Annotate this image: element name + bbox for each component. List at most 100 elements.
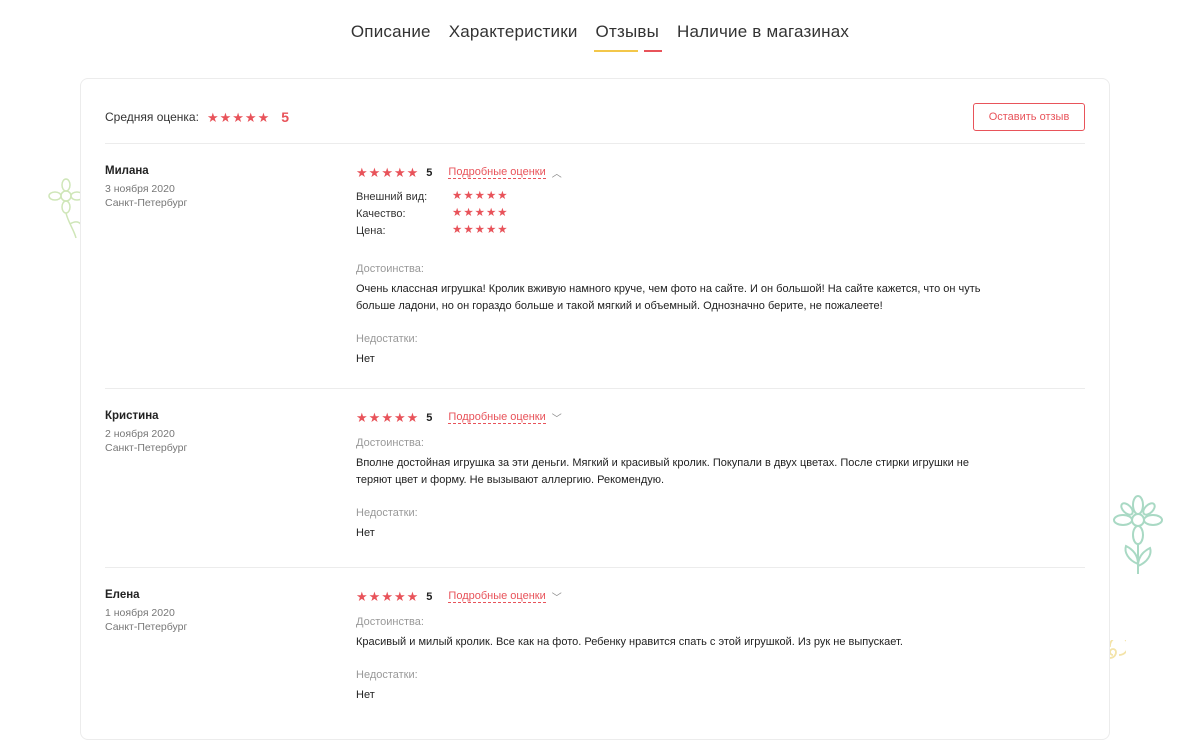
review-body: ★ ★ ★ ★ ★ 5 Подробные оценки ﹀ Достоинства: … bbox=[356, 410, 1086, 542]
review-rating-value: 5 bbox=[426, 411, 433, 424]
flower-decoration-right-icon bbox=[1113, 495, 1163, 574]
author-city: Санкт-Петербург bbox=[105, 621, 188, 633]
star-icon: ★ bbox=[368, 589, 381, 604]
cons-label: Недостатки: bbox=[356, 507, 418, 519]
pros-label: Достоинства: bbox=[356, 263, 424, 275]
tab-store-availability[interactable]: Наличие в магазинах bbox=[677, 22, 849, 52]
pros-text: Очень классная игрушка! Кролик вживую на… bbox=[356, 281, 1086, 315]
review-author: Елена 1 ноября 2020 Санкт-Петербург bbox=[105, 589, 187, 633]
review-date: 2 ноября 2020 bbox=[105, 428, 175, 440]
cons-text: Нет bbox=[356, 689, 375, 701]
star-icon: ★ bbox=[497, 190, 508, 202]
star-icon: ★ bbox=[497, 207, 508, 219]
tab-label: Отзывы bbox=[595, 22, 660, 41]
cons-text: Нет bbox=[356, 527, 375, 539]
review-stars: ★ ★ ★ ★ ★ bbox=[356, 166, 418, 179]
review-rating: ★ ★ ★ ★ ★ 5 Подробные оценки ﹀ bbox=[356, 589, 1086, 604]
author-city: Санкт-Петербург bbox=[105, 442, 188, 454]
sub-rating-stars: ★ ★ ★ ★ ★ bbox=[452, 190, 508, 203]
chevron-down-icon[interactable]: ﹀ bbox=[552, 589, 562, 604]
pros-line: теряют цвет и форму. Не вызывают аллерги… bbox=[356, 474, 665, 486]
star-icon: ★ bbox=[356, 410, 368, 425]
review-date: 1 ноября 2020 bbox=[105, 607, 175, 619]
star-icon: ★ bbox=[485, 224, 497, 236]
detailed-ratings-toggle[interactable]: Подробные оценки bbox=[448, 590, 546, 603]
star-icon: ★ bbox=[406, 165, 419, 180]
divider bbox=[105, 388, 1085, 389]
star-icon: ★ bbox=[356, 165, 368, 180]
active-underline-yellow bbox=[593, 50, 638, 52]
pros-label: Достоинства: bbox=[356, 616, 424, 628]
pros-line: Вполне достойная игрушка за эти деньги. … bbox=[356, 457, 969, 469]
star-icon: ★ bbox=[368, 165, 381, 180]
tab-label: Наличие в магазинах bbox=[677, 22, 850, 41]
star-icon: ★ bbox=[463, 190, 474, 202]
sub-rating-label: Цена: bbox=[356, 224, 386, 237]
sub-rating-stars: ★ ★ ★ ★ ★ bbox=[452, 207, 508, 220]
divider bbox=[105, 567, 1085, 568]
star-icon: ★ bbox=[393, 410, 406, 425]
detailed-ratings: Внешний вид: ★ ★ ★ ★ ★ Качество: ★ ★ ★ ★ ★ Цена: ★ ★… bbox=[356, 188, 1086, 239]
chevron-up-icon[interactable]: ︿ bbox=[552, 165, 562, 180]
review-author: Кристина 2 ноября 2020 Санкт-Петербург bbox=[105, 410, 187, 454]
chevron-down-icon[interactable]: ﹀ bbox=[552, 410, 562, 425]
star-icon: ★ bbox=[485, 207, 497, 219]
cons-label: Недостатки: bbox=[356, 333, 418, 345]
star-icon: ★ bbox=[368, 410, 381, 425]
star-icon: ★ bbox=[474, 224, 485, 236]
star-icon: ★ bbox=[219, 109, 232, 125]
star-icon: ★ bbox=[381, 410, 393, 425]
star-icon: ★ bbox=[356, 589, 368, 604]
review-date: 3 ноября 2020 bbox=[105, 183, 175, 195]
star-icon: ★ bbox=[452, 207, 463, 219]
leave-review-button[interactable]: Оставить отзыв bbox=[973, 103, 1085, 131]
detailed-ratings-toggle[interactable]: Подробные оценки bbox=[448, 411, 546, 424]
review-rating-value: 5 bbox=[426, 166, 433, 179]
pros-line: больше ладони, но он гораздо больше и та… bbox=[356, 300, 883, 312]
pros-line: Очень классная игрушка! Кролик вживую на… bbox=[356, 283, 981, 295]
tab-characteristics[interactable]: Характеристики bbox=[449, 22, 578, 52]
review-rating: ★ ★ ★ ★ ★ 5 Подробные оценки ﹀ bbox=[356, 410, 1086, 425]
review-rating: ★ ★ ★ ★ ★ 5 Подробные оценки ︿ bbox=[356, 165, 1086, 180]
star-icon: ★ bbox=[463, 207, 474, 219]
tab-label: Описание bbox=[350, 22, 431, 41]
pros-text: Красивый и милый кролик. Все как на фото… bbox=[356, 634, 1086, 651]
sub-rating-row: Цена: ★ ★ ★ ★ ★ bbox=[356, 222, 1086, 239]
star-icon: ★ bbox=[206, 109, 219, 125]
star-icon: ★ bbox=[244, 109, 257, 125]
star-icon: ★ bbox=[497, 224, 508, 236]
tab-description[interactable]: Описание bbox=[351, 22, 431, 52]
cons-text: Нет bbox=[356, 353, 375, 365]
pros-text: Вполне достойная игрушка за эти деньги. … bbox=[356, 455, 1086, 489]
detailed-ratings-toggle[interactable]: Подробные оценки bbox=[448, 166, 546, 179]
star-icon: ★ bbox=[406, 589, 419, 604]
divider bbox=[105, 143, 1085, 144]
review-stars: ★ ★ ★ ★ ★ bbox=[356, 590, 418, 603]
author-city: Санкт-Петербург bbox=[105, 197, 188, 209]
active-underline-red bbox=[643, 50, 662, 52]
star-icon: ★ bbox=[452, 190, 463, 202]
star-icon: ★ bbox=[393, 165, 406, 180]
sub-rating-row: Внешний вид: ★ ★ ★ ★ ★ bbox=[356, 188, 1086, 205]
average-rating-value: 5 bbox=[281, 109, 290, 125]
pros-label: Достоинства: bbox=[356, 437, 424, 449]
author-name: Елена bbox=[105, 589, 140, 601]
pros-line: Красивый и милый кролик. Все как на фото… bbox=[356, 636, 903, 648]
star-icon: ★ bbox=[393, 589, 406, 604]
review-body: ★ ★ ★ ★ ★ 5 Подробные оценки ︿ Внешний вид: ★… bbox=[356, 165, 1086, 368]
star-icon: ★ bbox=[257, 109, 270, 125]
star-icon: ★ bbox=[474, 207, 485, 219]
tab-reviews[interactable]: Отзывы bbox=[593, 22, 662, 52]
star-icon: ★ bbox=[463, 224, 474, 236]
author-name: Кристина bbox=[105, 410, 159, 422]
author-name: Милана bbox=[105, 165, 149, 177]
sub-rating-label: Внешний вид: bbox=[356, 190, 428, 203]
star-icon: ★ bbox=[406, 410, 419, 425]
reviews-card: Средняя оценка: ★ ★ ★ ★ ★ 5 Оставить отзыв М… bbox=[80, 78, 1110, 740]
review-stars: ★ ★ ★ ★ ★ bbox=[356, 411, 418, 424]
average-rating-stars: ★ ★ ★ ★ ★ bbox=[207, 111, 269, 124]
star-icon: ★ bbox=[232, 109, 244, 125]
review-rating-value: 5 bbox=[426, 590, 433, 603]
review-body: ★ ★ ★ ★ ★ 5 Подробные оценки ﹀ Достоинства: … bbox=[356, 589, 1086, 704]
average-rating: Средняя оценка: ★ ★ ★ ★ ★ 5 bbox=[105, 109, 289, 125]
